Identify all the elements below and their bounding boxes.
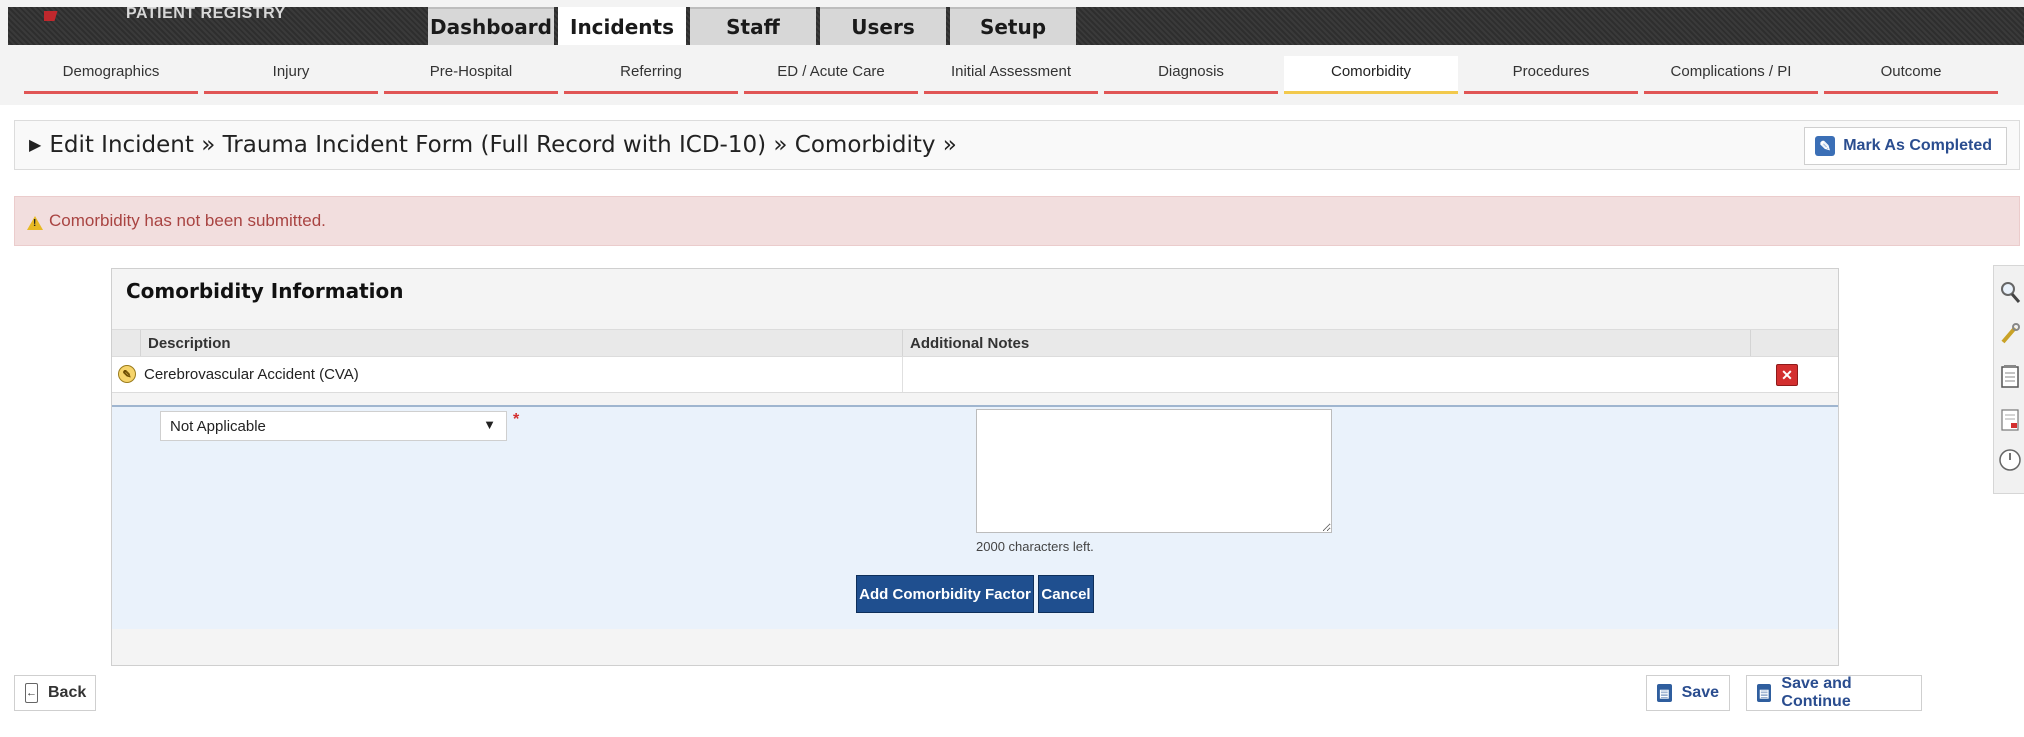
- save-icon: ▤: [1757, 684, 1772, 702]
- subtab-complications[interactable]: Complications / PI: [1644, 56, 1818, 94]
- save-continue-button[interactable]: ▤ Save and Continue: [1746, 675, 1922, 711]
- cancel-button[interactable]: Cancel: [1038, 575, 1094, 613]
- notes-textarea[interactable]: [976, 409, 1332, 533]
- warning-alert: ! Comorbidity has not been submitted.: [14, 196, 2020, 246]
- subtab-outcome[interactable]: Outcome: [1824, 56, 1998, 94]
- add-comorbidity-button[interactable]: Add Comorbidity Factor: [856, 575, 1034, 613]
- dropdown-arrow-icon: ▼: [483, 417, 496, 432]
- column-header-description: Description: [148, 335, 231, 352]
- breadcrumb: ▶ Edit Incident » Trauma Incident Form (F…: [29, 132, 957, 158]
- breadcrumb-bar: ▶ Edit Incident » Trauma Incident Form (F…: [14, 120, 2020, 170]
- table-row[interactable]: ✎ Cerebrovascular Accident (CVA) ✕: [112, 357, 1838, 393]
- warning-icon: !: [27, 216, 43, 230]
- mark-completed-button[interactable]: ✎ Mark As Completed: [1804, 127, 2007, 165]
- logo-mark: [44, 11, 58, 21]
- subtab-referring[interactable]: Referring: [564, 56, 738, 94]
- subtab-injury[interactable]: Injury: [204, 56, 378, 94]
- column-divider: [902, 330, 903, 356]
- subtab-pre-hospital[interactable]: Pre-Hospital: [384, 56, 558, 94]
- tab-setup[interactable]: Setup: [950, 7, 1076, 45]
- column-divider: [140, 330, 141, 356]
- mark-completed-label: Mark As Completed: [1843, 137, 1992, 154]
- tab-users[interactable]: Users: [820, 7, 946, 45]
- wrench-icon[interactable]: [1994, 316, 2024, 352]
- sub-nav: Demographics Injury Pre-Hospital Referri…: [24, 56, 2014, 94]
- notepad-icon[interactable]: [1994, 358, 2024, 394]
- logo[interactable]: PATIENT REGISTRY: [44, 5, 285, 25]
- expand-icon[interactable]: ▶: [29, 135, 41, 154]
- tab-staff[interactable]: Staff: [690, 7, 816, 45]
- column-divider: [902, 357, 903, 392]
- subtab-ed-acute-care[interactable]: ED / Acute Care: [744, 56, 918, 94]
- row-description: Cerebrovascular Accident (CVA): [144, 366, 359, 383]
- required-indicator: *: [513, 411, 520, 428]
- search-icon[interactable]: [1994, 274, 2024, 310]
- save-continue-label: Save and Continue: [1781, 675, 1852, 710]
- alert-text: Comorbidity has not been submitted.: [49, 211, 326, 230]
- delete-icon[interactable]: ✕: [1776, 364, 1798, 386]
- back-arrow-icon: ←: [25, 683, 38, 703]
- subtab-demographics[interactable]: Demographics: [24, 56, 198, 94]
- save-icon: ▤: [1657, 684, 1672, 702]
- chars-left: 2000 characters left.: [976, 539, 1094, 554]
- back-label: Back: [48, 684, 87, 701]
- brand-name: PATIENT REGISTRY: [126, 5, 286, 22]
- main-nav: Dashboard Incidents Staff Users Setup: [428, 7, 1080, 45]
- panel-title: Comorbidity Information: [126, 279, 404, 303]
- clock-icon[interactable]: [1994, 442, 2024, 478]
- subtab-procedures[interactable]: Procedures: [1464, 56, 1638, 94]
- edit-row-icon[interactable]: ✎: [118, 365, 136, 383]
- breadcrumb-text: Edit Incident » Trauma Incident Form (Fu…: [49, 132, 957, 158]
- back-button[interactable]: ← Back: [14, 675, 96, 711]
- add-form: Not Applicable ▼ * 2000 characters left.…: [112, 405, 1838, 629]
- tab-incidents[interactable]: Incidents: [558, 7, 686, 45]
- comorbidity-select[interactable]: Not Applicable ▼: [160, 411, 507, 441]
- comorbidity-panel: Comorbidity Information Description Addi…: [111, 268, 1839, 666]
- top-bar: PATIENT REGISTRY Dashboard Incidents Sta…: [8, 5, 2024, 45]
- tab-dashboard[interactable]: Dashboard: [428, 7, 554, 45]
- document-icon[interactable]: [1994, 402, 2024, 438]
- edit-icon: ✎: [1815, 136, 1836, 156]
- subtab-comorbidity[interactable]: Comorbidity: [1284, 56, 1458, 94]
- table-header: Description Additional Notes: [112, 329, 1838, 357]
- save-label: Save: [1681, 684, 1719, 701]
- save-button[interactable]: ▤ Save: [1646, 675, 1730, 711]
- column-divider: [1750, 330, 1751, 356]
- column-header-notes: Additional Notes: [910, 335, 1030, 352]
- subtab-diagnosis[interactable]: Diagnosis: [1104, 56, 1278, 94]
- tool-rail: [1993, 265, 2024, 494]
- select-value: Not Applicable: [170, 418, 266, 435]
- subtab-initial-assessment[interactable]: Initial Assessment: [924, 56, 1098, 94]
